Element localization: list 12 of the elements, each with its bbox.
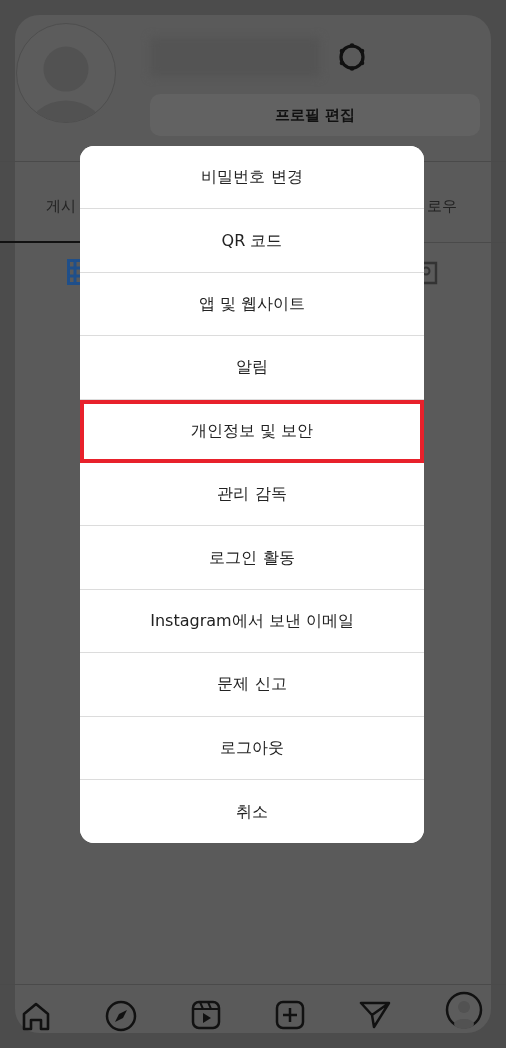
profile-avatar-icon[interactable]	[445, 991, 483, 1029]
grid-icon[interactable]	[67, 259, 83, 285]
add-icon[interactable]	[275, 1000, 305, 1030]
reels-icon[interactable]	[191, 1000, 221, 1030]
menu-item[interactable]: 개인정보 및 보안	[80, 399, 424, 463]
stat-label: 로우	[427, 196, 457, 217]
compass-icon[interactable]	[105, 1000, 137, 1032]
send-icon[interactable]	[359, 1000, 391, 1030]
stat-label: 게시	[46, 196, 76, 217]
menu-item[interactable]: 비밀번호 변경	[80, 146, 424, 210]
settings-icon[interactable]	[336, 41, 368, 73]
home-icon[interactable]	[21, 1001, 51, 1031]
